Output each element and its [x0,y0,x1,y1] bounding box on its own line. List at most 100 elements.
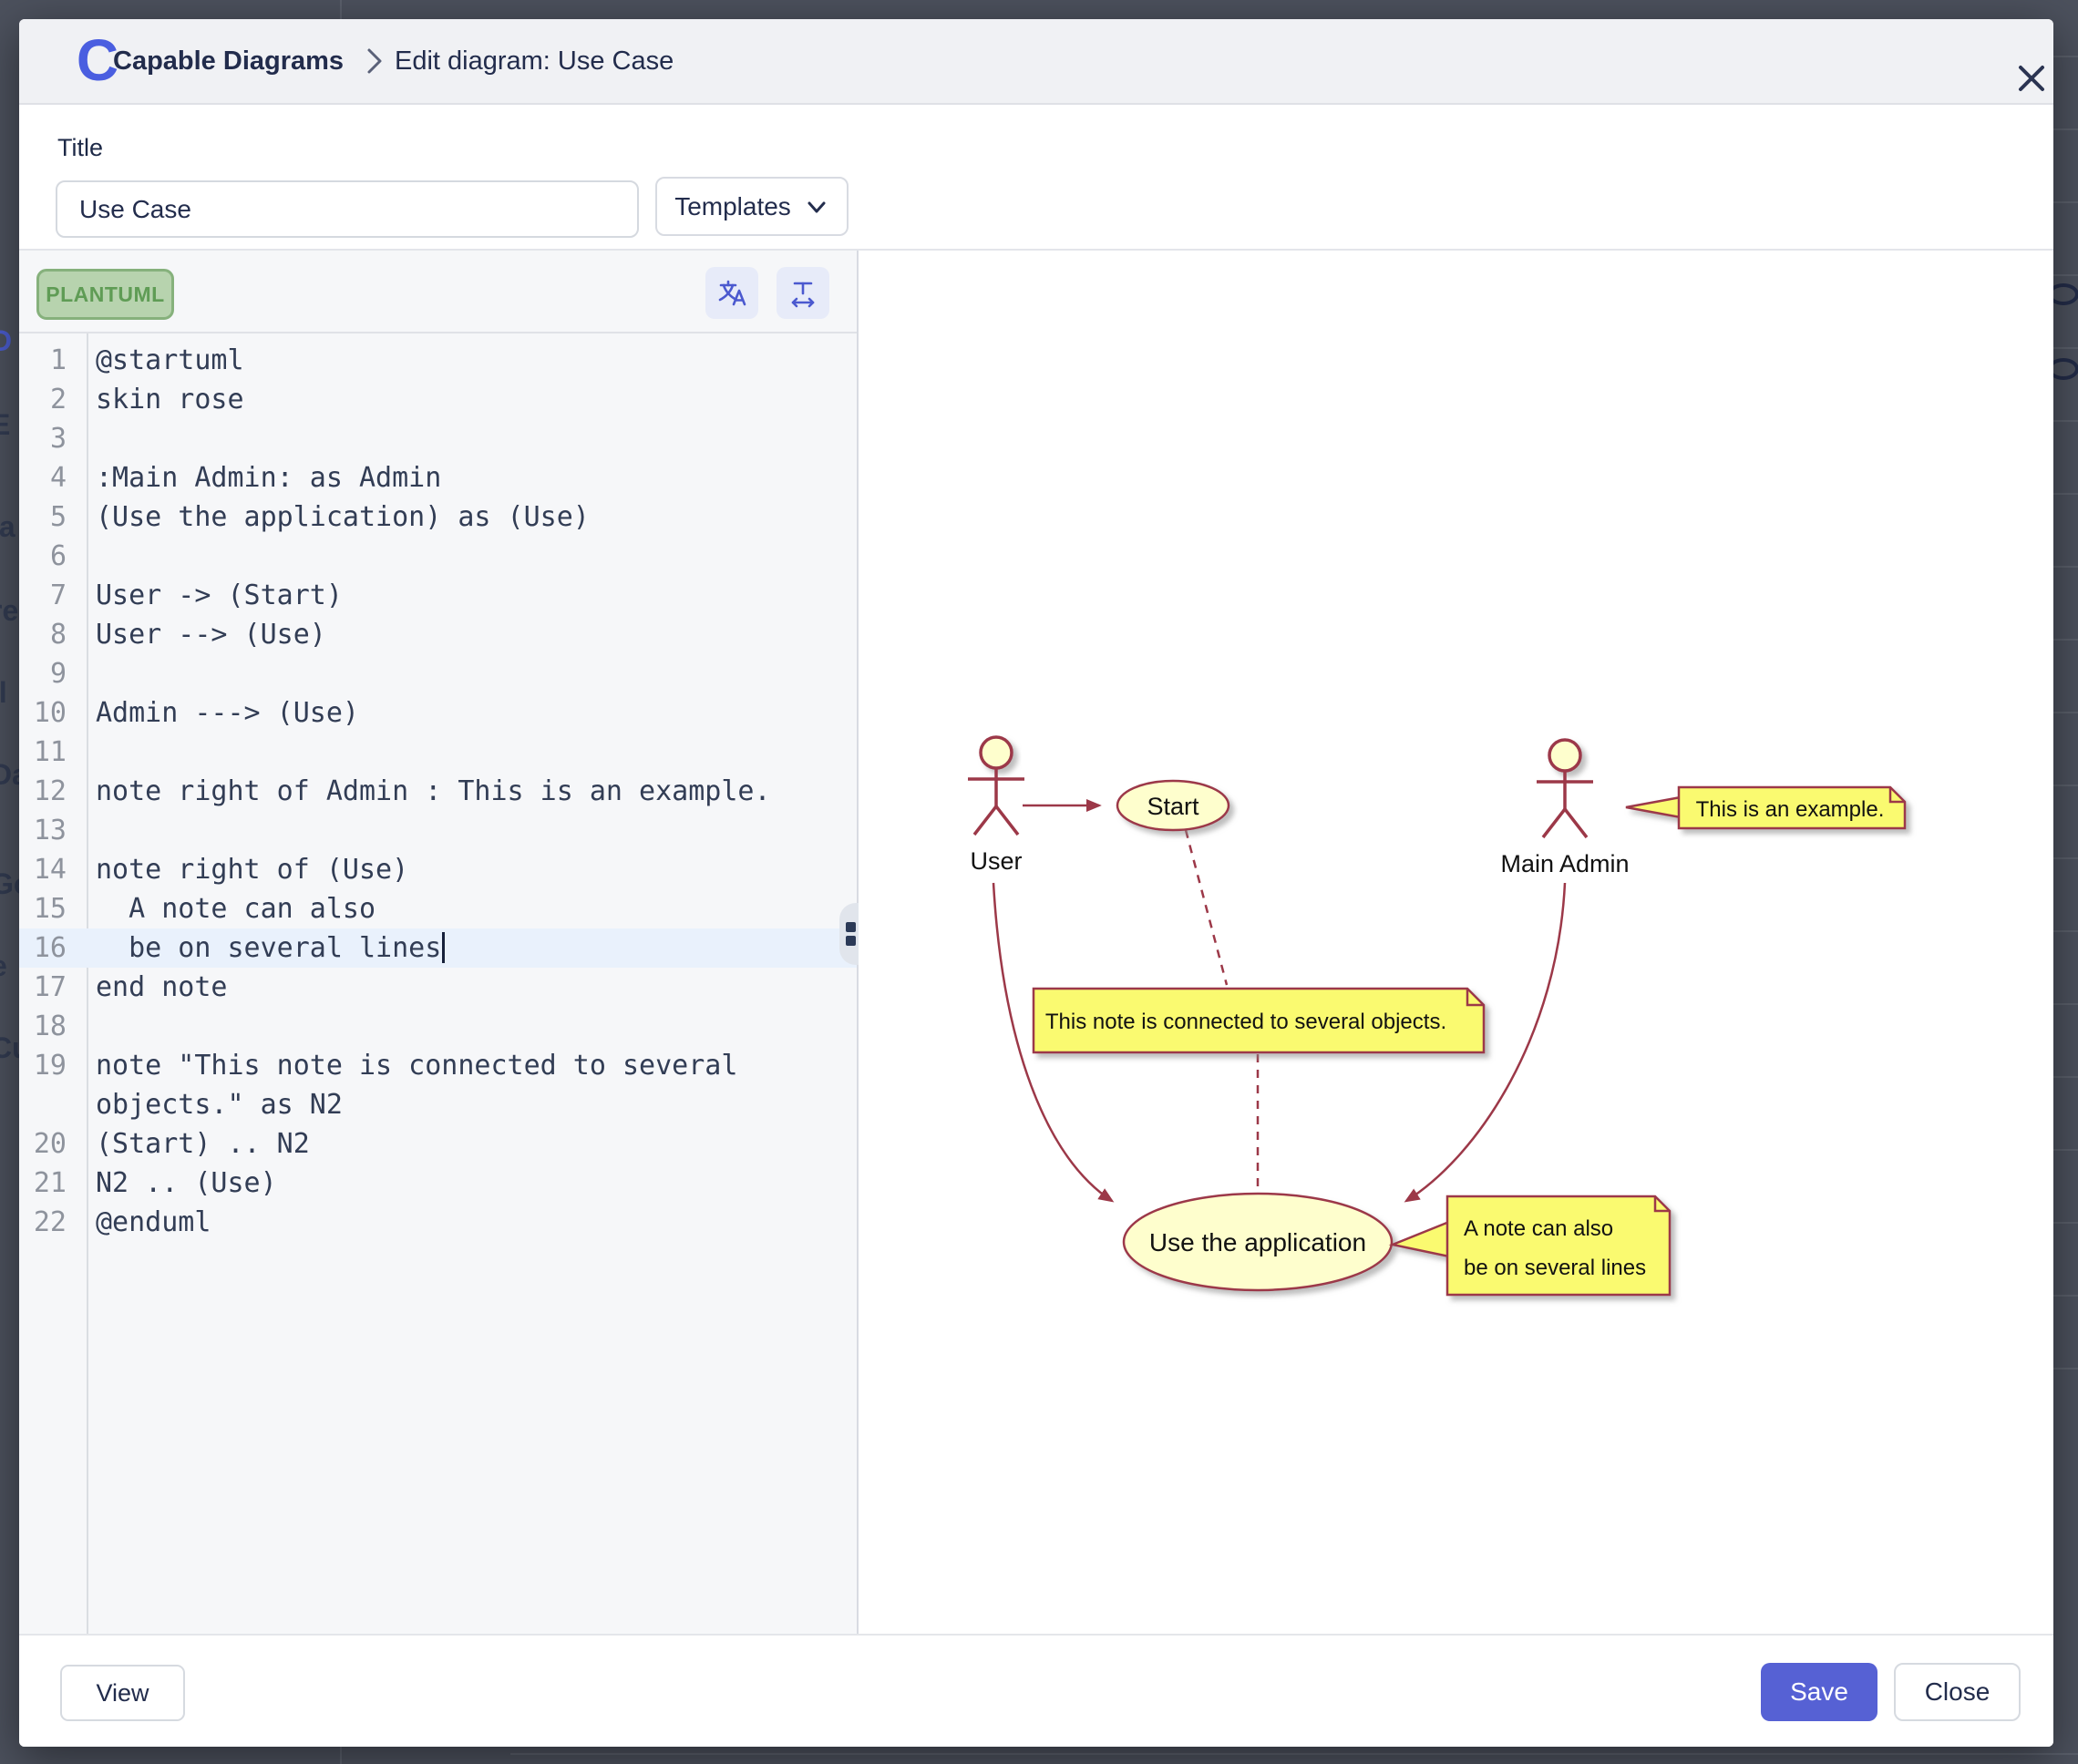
code-line[interactable]: 13 [19,811,857,850]
backdrop-row-line [2053,712,2078,713]
view-button[interactable]: View [60,1665,185,1721]
actor-main-admin [1537,740,1593,837]
backdrop-row-line [2053,639,2078,641]
note-n2-text: This note is connected to several object… [1045,1010,1446,1034]
actor-user [968,737,1024,835]
code-line[interactable]: 18 [19,1007,857,1046]
edit-diagram-modal: C Capable Diagrams Edit diagram: Use Cas… [19,19,2053,1747]
line-number: 16 [19,928,67,968]
text-cursor [442,932,445,963]
code-line[interactable]: 10Admin ---> (Use) [19,693,857,733]
note-multiline-text-1: A note can also [1464,1216,1613,1241]
line-number: 18 [19,1007,67,1046]
code-line[interactable]: 22@enduml [19,1203,857,1242]
line-number: 3 [19,419,67,458]
code-text: note right of (Use) [96,850,408,889]
close-icon[interactable] [2006,54,2053,105]
code-text: end note [96,968,228,1007]
code-line[interactable]: 2skin rose [19,380,857,419]
save-button[interactable]: Save [1761,1663,1877,1721]
usecase-use-label: Use the application [1149,1228,1366,1256]
code-line[interactable]: 3 [19,419,857,458]
code-line[interactable]: 21 N2 .. (Use) [19,1164,857,1203]
line-number: 12 [19,772,67,811]
breadcrumb-chevron-icon [358,43,389,84]
line-number: 19 [19,1046,67,1085]
code-text: objects." as N2 [96,1085,343,1124]
title-input[interactable] [56,180,639,238]
backdrop-row-line [2053,566,2078,568]
edge-start-note-dashed [1186,830,1227,985]
code-line[interactable]: 17end note [19,968,857,1007]
backdrop-row-line [2053,274,2078,276]
actor-user-label: User [970,847,1022,875]
code-line[interactable]: 15 A note can also [19,889,857,928]
line-number: 4 [19,458,67,497]
backdrop-text-fragment: il [0,676,7,710]
code-text: User --> (Use) [96,615,326,654]
line-number: 1 [19,341,67,380]
code-line[interactable]: 20(Start) .. N2 [19,1124,857,1164]
code-text: note right of Admin : This is an example… [96,772,771,811]
backdrop-row-line [2053,1076,2078,1078]
code-text: @startuml [96,341,244,380]
backdrop-row-line [2053,930,2078,932]
translate-icon[interactable] [705,267,758,319]
editor-pane: PLANTUML 1@startuml2skin rose34:Mai [19,251,857,1653]
line-number: 21 [19,1164,67,1203]
code-line[interactable]: 1 @startuml [19,341,857,380]
backdrop-row-line [2053,1295,2078,1297]
backdrop-row-line [2053,128,2078,130]
backdrop-row-line [2053,56,2078,57]
code-line[interactable]: 14note right of (Use) [19,850,857,889]
code-line[interactable]: 4 :Main Admin: as Admin [19,458,857,497]
note-multiline: A note can also be on several lines [1393,1196,1670,1295]
backdrop-column-line-top [340,0,342,19]
code-line[interactable]: 19note "This note is connected to severa… [19,1046,857,1085]
templates-button[interactable]: Templates [655,177,849,236]
backdrop-right-strip [2053,19,2078,1747]
line-number: 8 [19,615,67,654]
code-line[interactable]: objects." as N2 [19,1085,857,1124]
modal-header: C Capable Diagrams Edit diagram: Use Cas… [19,19,2053,105]
code-line[interactable]: 5(Use the application) as (Use) [19,497,857,537]
backdrop-row-line [2053,785,2078,786]
modal-page-title: Edit diagram: Use Case [395,19,674,103]
text-width-icon[interactable] [777,267,829,319]
code-line[interactable]: 16 be on several lines [19,928,857,968]
templates-button-label: Templates [674,192,791,221]
title-label: Title [57,134,103,162]
line-number: 22 [19,1203,67,1242]
code-area[interactable]: 1 @startuml2skin rose34 :Main Admin: as Ad… [19,333,857,1660]
note-example: This is an example. [1626,787,1905,828]
code-text: Admin ---> (Use) [96,693,359,733]
backdrop-row-line [2053,493,2078,495]
code-text: N2 .. (Use) [96,1164,277,1203]
backdrop-row-line [2053,1003,2078,1005]
screen: DElareilDaGoeCu C Capable Diagrams Edit … [0,0,2078,1764]
code-line[interactable]: 6 [19,537,857,576]
backdrop-row-line [2053,1368,2078,1369]
backdrop-text-fragment: E [0,408,10,442]
note-example-text: This is an example. [1696,797,1885,822]
code-line[interactable]: 7 User -> (Start) [19,576,857,615]
modal-footer: View Save Close [19,1634,2053,1747]
backdrop-text-fragment: e [0,949,7,983]
line-number: 7 [19,576,67,615]
usecase-diagram: User Main Admin Start [859,251,2053,1653]
code-text: A note can also [96,889,375,928]
code-text: :Main Admin: as Admin [96,458,441,497]
backdrop-column-line-bottom [340,1747,342,1764]
code-line[interactable]: 11 [19,733,857,772]
close-button[interactable]: Close [1894,1663,2021,1721]
code-line[interactable]: 8 User --> (Use) [19,615,857,654]
line-number: 20 [19,1124,67,1164]
usecase-start: Start [1117,781,1229,830]
backdrop-text-fragment: D [0,324,12,358]
code-line[interactable]: 9 [19,654,857,693]
app-name: Capable Diagrams [113,19,344,103]
code-text: User -> (Start) [96,576,343,615]
code-line[interactable]: 12 note right of Admin : This is an examp… [19,772,857,811]
note-multiline-text-2: be on several lines [1464,1256,1646,1280]
backdrop-text-fragment: la [0,510,15,544]
